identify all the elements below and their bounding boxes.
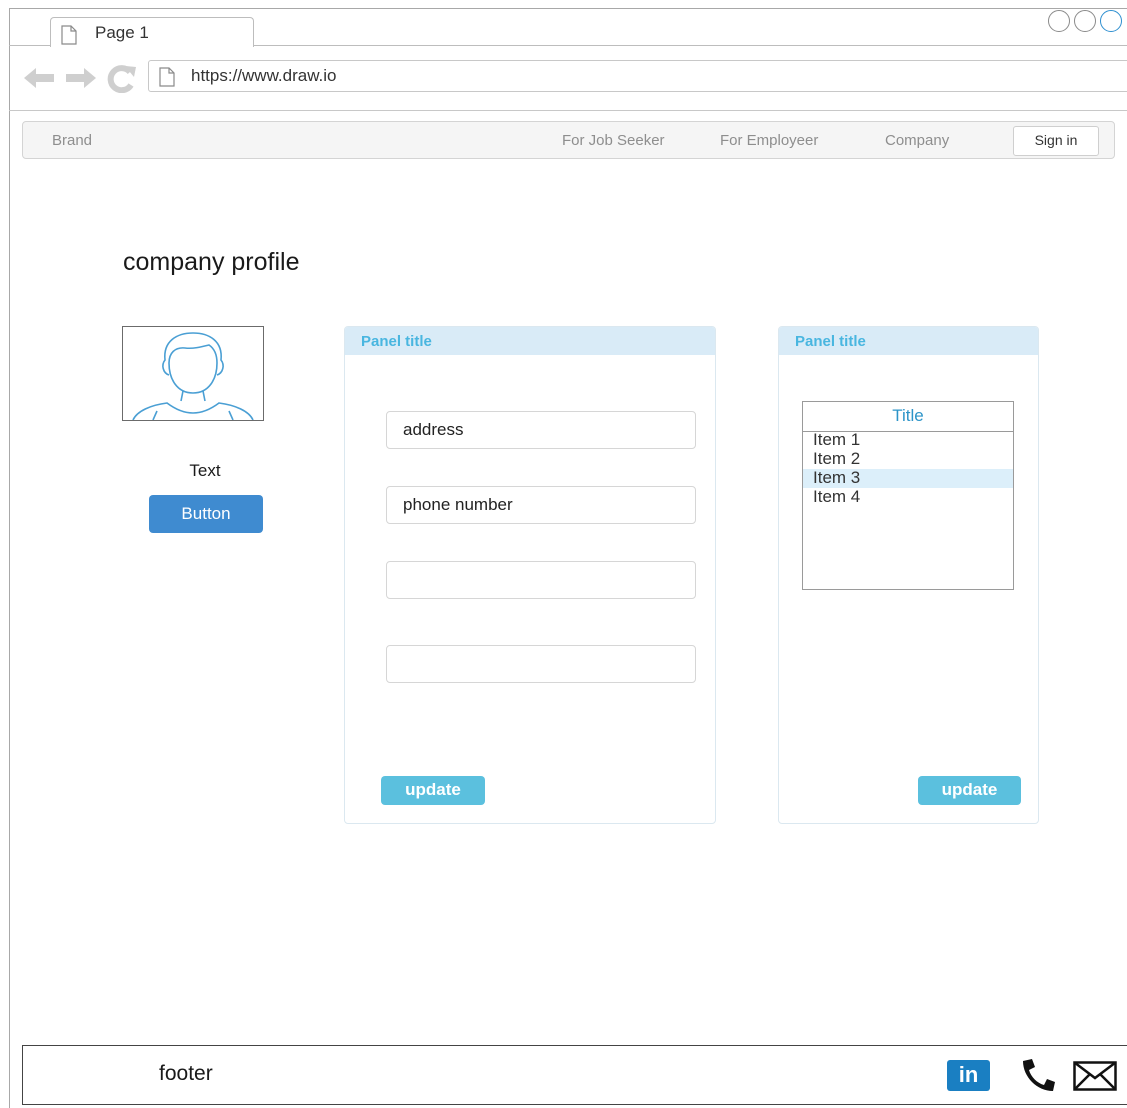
address-bar[interactable]: https://www.draw.io <box>148 60 1127 92</box>
window-close-icon[interactable] <box>1100 10 1122 32</box>
browser-tab[interactable]: Page 1 <box>50 17 254 47</box>
list-item-selected[interactable]: Item 3 <box>803 469 1013 488</box>
sign-in-button[interactable]: Sign in <box>1013 126 1099 156</box>
nav-link-employeer[interactable]: For Employeer <box>720 132 818 149</box>
primary-button[interactable]: Button <box>149 495 263 533</box>
footer-text: footer <box>159 1062 213 1085</box>
phone-number-input[interactable]: phone number <box>386 486 696 524</box>
avatar <box>122 326 264 421</box>
mail-icon[interactable] <box>1073 1061 1117 1096</box>
navbar: Brand For Job Seeker For Employeer Compa… <box>22 121 1115 159</box>
avatar-caption: Text <box>189 461 221 480</box>
nav-link-company[interactable]: Company <box>885 132 949 149</box>
url-text: https://www.draw.io <box>191 66 337 85</box>
linkedin-icon[interactable]: in <box>947 1060 990 1091</box>
forward-arrow-icon[interactable] <box>64 66 98 95</box>
update-button[interactable]: update <box>381 776 485 805</box>
page-title: company profile <box>123 248 300 276</box>
text-input-3[interactable] <box>386 561 696 599</box>
list-box[interactable]: Title Item 1 Item 2 Item 3 Item 4 <box>802 401 1014 590</box>
update-button[interactable]: update <box>918 776 1021 805</box>
window-maximize-icon[interactable] <box>1074 10 1096 32</box>
page-icon <box>61 25 77 50</box>
panel-title: Panel title <box>779 327 1038 355</box>
address-input[interactable]: address <box>386 411 696 449</box>
list-item[interactable]: Item 4 <box>803 488 1013 507</box>
user-avatar-icon <box>132 332 254 420</box>
footer: footer in <box>22 1045 1127 1105</box>
list-item[interactable]: Item 2 <box>803 450 1013 469</box>
reload-icon[interactable] <box>106 63 138 98</box>
phone-icon[interactable] <box>1019 1057 1059 1098</box>
window-minimize-icon[interactable] <box>1048 10 1070 32</box>
brand-link[interactable]: Brand <box>52 132 92 149</box>
nav-link-job-seeker[interactable]: For Job Seeker <box>562 132 665 149</box>
list-title: Title <box>803 402 1013 432</box>
tab-label: Page 1 <box>95 23 149 42</box>
panel-title: Panel title <box>345 327 715 355</box>
back-arrow-icon[interactable] <box>22 66 56 95</box>
list-item[interactable]: Item 1 <box>803 431 1013 450</box>
text-input-4[interactable] <box>386 645 696 683</box>
address-bar-divider <box>9 110 1127 111</box>
page-icon <box>159 67 175 92</box>
